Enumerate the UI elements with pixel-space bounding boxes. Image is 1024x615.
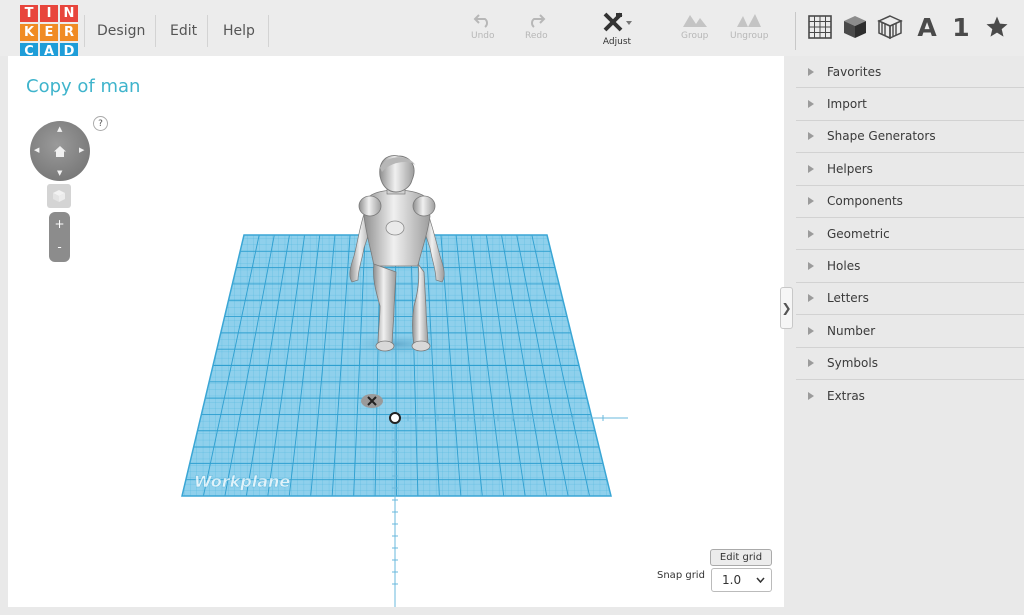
logo-tile: I xyxy=(40,5,58,22)
adjust-label: Adjust xyxy=(602,37,632,47)
workplane-label: Workplane xyxy=(194,472,290,491)
category-shape-generators[interactable]: Shape Generators xyxy=(796,121,1024,154)
category-import[interactable]: Import xyxy=(796,88,1024,121)
category-components[interactable]: Components xyxy=(796,186,1024,218)
orbit-up-arrow-icon[interactable]: ▲ xyxy=(57,125,62,133)
toolbar-divider xyxy=(795,12,796,50)
undo-button[interactable]: Undo xyxy=(471,12,495,41)
delete-marker-icon[interactable] xyxy=(361,394,383,408)
workplane-grid-icon[interactable] xyxy=(806,13,834,41)
category-letters[interactable]: Letters xyxy=(796,283,1024,316)
edit-grid-button[interactable]: Edit grid xyxy=(710,549,772,566)
workplane-grid[interactable] xyxy=(168,231,628,501)
undo-icon xyxy=(473,14,488,28)
menu-divider xyxy=(84,15,85,47)
3d-viewport[interactable]: Workplane Copy of man ? ▲ ▼ ◀ ▶ + - Edit… xyxy=(8,56,784,607)
tinkercad-logo[interactable]: T I N K E R C A D xyxy=(20,5,78,60)
help-button[interactable]: ? xyxy=(93,116,108,131)
category-extras[interactable]: Extras xyxy=(796,380,1024,412)
expand-triangle-icon xyxy=(808,294,814,303)
design-title[interactable]: Copy of man xyxy=(26,76,140,97)
expand-triangle-icon xyxy=(808,262,814,271)
zoom-in-button[interactable]: + xyxy=(49,217,70,231)
expand-triangle-icon xyxy=(808,100,814,109)
origin-marker xyxy=(389,412,401,424)
hole-cube-icon[interactable] xyxy=(876,13,904,41)
orbit-control[interactable]: ▲ ▼ ◀ ▶ xyxy=(30,121,90,181)
category-label: Symbols xyxy=(827,356,878,371)
redo-icon xyxy=(531,14,546,28)
category-symbols[interactable]: Symbols xyxy=(796,348,1024,380)
redo-button[interactable]: Redo xyxy=(525,12,548,41)
expand-triangle-icon xyxy=(808,197,814,206)
view-cube-icon[interactable] xyxy=(47,184,71,208)
group-button[interactable]: Group xyxy=(681,12,708,41)
expand-triangle-icon xyxy=(808,67,814,76)
group-icon xyxy=(682,15,707,27)
ungroup-label: Ungroup xyxy=(730,31,769,41)
expand-triangle-icon xyxy=(808,326,814,335)
ungroup-icon xyxy=(737,14,762,27)
numbers-tab[interactable]: 1 xyxy=(947,13,975,42)
category-label: Components xyxy=(827,194,903,209)
letters-tab[interactable]: A xyxy=(913,13,941,42)
top-bar: T I N K E R C A D Design Edit Help Undo … xyxy=(0,0,1024,60)
expand-triangle-icon xyxy=(808,164,814,173)
category-label: Letters xyxy=(827,291,869,306)
shape-library-panel: Favorites Import Shape Generators Helpers Co… xyxy=(796,56,1024,412)
star-icon[interactable] xyxy=(983,13,1011,41)
category-holes[interactable]: Holes xyxy=(796,250,1024,283)
design-menu[interactable]: Design xyxy=(97,14,145,48)
logo-tile: K xyxy=(20,24,38,41)
chevron-down-icon xyxy=(756,577,765,583)
category-label: Geometric xyxy=(827,226,890,241)
category-label: Favorites xyxy=(827,64,882,79)
category-label: Helpers xyxy=(827,161,873,176)
workplane-scene[interactable]: Workplane xyxy=(8,56,784,607)
category-label: Holes xyxy=(827,259,861,274)
redo-label: Redo xyxy=(525,31,548,41)
adjust-button[interactable]: Adjust xyxy=(602,12,632,47)
logo-tile: T xyxy=(20,5,38,22)
category-label: Shape Generators xyxy=(827,129,936,144)
category-label: Extras xyxy=(827,389,865,404)
expand-triangle-icon xyxy=(808,392,814,401)
expand-triangle-icon xyxy=(808,359,814,368)
category-number[interactable]: Number xyxy=(796,315,1024,348)
snap-grid-select[interactable]: 1.0 xyxy=(711,568,772,592)
ungroup-button[interactable]: Ungroup xyxy=(730,12,768,41)
adjust-icon xyxy=(603,12,632,32)
logo-tile: E xyxy=(40,24,58,41)
zoom-out-button[interactable]: - xyxy=(49,240,70,254)
collapse-panel-button[interactable]: ❯ xyxy=(780,287,793,329)
category-favorites[interactable]: Favorites xyxy=(796,56,1024,89)
menu-divider xyxy=(207,15,208,47)
edit-menu[interactable]: Edit xyxy=(170,14,197,48)
snap-grid-label: Snap grid xyxy=(657,570,705,581)
menu-divider xyxy=(268,15,269,47)
orbit-right-arrow-icon[interactable]: ▶ xyxy=(79,146,84,154)
logo-tile: N xyxy=(60,5,78,22)
logo-tile: R xyxy=(60,24,78,41)
category-label: Import xyxy=(827,97,867,112)
undo-label: Undo xyxy=(471,31,495,41)
category-geometric[interactable]: Geometric xyxy=(796,218,1024,251)
cube-icon[interactable] xyxy=(841,13,869,41)
home-view-icon[interactable] xyxy=(52,143,68,159)
expand-triangle-icon xyxy=(808,229,814,238)
expand-triangle-icon xyxy=(808,132,814,141)
zoom-control: + - xyxy=(49,212,70,262)
category-helpers[interactable]: Helpers xyxy=(796,153,1024,186)
snap-grid-value: 1.0 xyxy=(722,573,742,587)
model-shadow xyxy=(346,333,446,355)
category-label: Number xyxy=(827,323,876,338)
group-label: Group xyxy=(681,31,709,41)
orbit-down-arrow-icon[interactable]: ▼ xyxy=(57,169,62,177)
menu-divider xyxy=(155,15,156,47)
help-menu[interactable]: Help xyxy=(223,14,255,48)
orbit-left-arrow-icon[interactable]: ◀ xyxy=(34,146,39,154)
